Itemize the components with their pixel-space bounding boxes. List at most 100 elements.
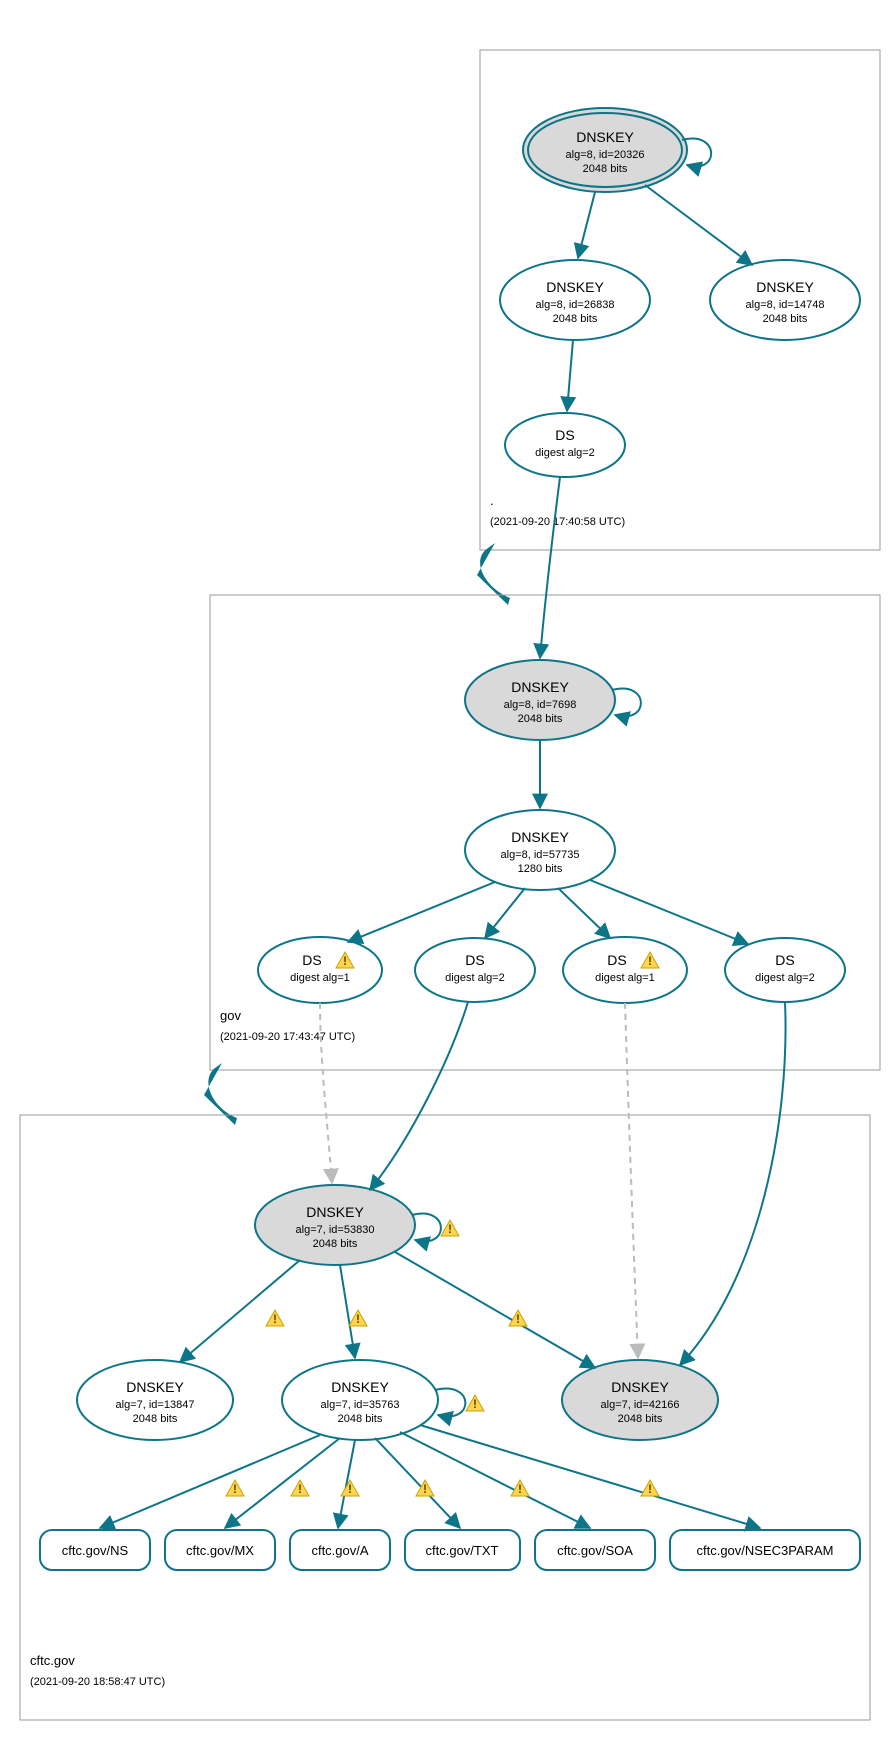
node-gov-ds4: DS digest alg=2 (725, 938, 845, 1002)
zone-timestamp-cftc: (2021-09-20 18:58:47 UTC) (30, 1676, 165, 1688)
svg-text:alg=7, id=53830: alg=7, id=53830 (296, 1224, 375, 1236)
zone-timestamp-root: (2021-09-20 17:40:58 UTC) (490, 516, 625, 528)
node-rr-mx: cftc.gov/MX (165, 1530, 275, 1570)
edge-rootksk-rootzsk2 (645, 185, 752, 265)
svg-text:DS: DS (607, 952, 626, 968)
zone-label-cftc: cftc.gov (30, 1653, 75, 1668)
svg-text:!: ! (233, 1482, 237, 1496)
delegation-arrow-root-gov (477, 543, 510, 605)
svg-text:digest alg=1: digest alg=1 (595, 972, 655, 984)
node-gov-ksk: DNSKEY alg=8, id=7698 2048 bits (465, 660, 615, 740)
warn-icon-rr-n3p: ! (641, 1480, 659, 1496)
edge-rootds-govksk (540, 477, 560, 658)
node-gov-ds2: DS digest alg=2 (415, 938, 535, 1002)
svg-text:!: ! (423, 1482, 427, 1496)
edge-rootksk-rootzsk1 (578, 192, 595, 258)
edge-cftcksk-k1 (180, 1260, 300, 1362)
svg-text:2048 bits: 2048 bits (553, 313, 598, 325)
edge-govds2-cftcksk (370, 1002, 468, 1190)
node-rr-a: cftc.gov/A (290, 1530, 390, 1570)
svg-text:!: ! (273, 1312, 277, 1326)
edge-govksk-self (612, 689, 641, 717)
edge-govds3-cftck3 (625, 1003, 638, 1358)
svg-text:DS: DS (775, 952, 794, 968)
svg-text:DNSKEY: DNSKEY (611, 1379, 669, 1395)
svg-text:!: ! (298, 1482, 302, 1496)
edge-govzsk-ds1 (348, 882, 495, 942)
svg-text:DNSKEY: DNSKEY (126, 1379, 184, 1395)
delegation-arrow-gov-cftc (204, 1063, 237, 1125)
warn-icon-cftcksk-self: ! (441, 1220, 459, 1236)
edge-govds1-cftcksk (320, 1003, 332, 1183)
svg-text:DNSKEY: DNSKEY (756, 279, 814, 295)
warn-icon-edge-cftcksk-k1: ! (266, 1310, 284, 1326)
edge-govzsk-ds3 (558, 888, 610, 938)
svg-text:!: ! (648, 954, 652, 968)
svg-text:digest alg=2: digest alg=2 (755, 972, 815, 984)
node-cftc-k3: DNSKEY alg=7, id=42166 2048 bits (562, 1360, 718, 1440)
zone-label-gov: gov (220, 1008, 241, 1023)
svg-text:alg=7, id=35763: alg=7, id=35763 (321, 1399, 400, 1411)
svg-text:!: ! (516, 1312, 520, 1326)
warn-icon-edge-cftcksk-k2: ! (349, 1310, 367, 1326)
zone-label-root: . (490, 493, 494, 508)
warn-icon-edge-cftcksk-k3: ! (509, 1310, 527, 1326)
svg-text:!: ! (648, 1482, 652, 1496)
svg-text:digest alg=2: digest alg=2 (445, 972, 505, 984)
svg-text:digest alg=1: digest alg=1 (290, 972, 350, 984)
svg-text:2048 bits: 2048 bits (338, 1413, 383, 1425)
warn-icon-rr-mx: ! (291, 1480, 309, 1496)
svg-text:DNSKEY: DNSKEY (546, 279, 604, 295)
svg-text:!: ! (448, 1222, 452, 1236)
edge-cftck2-ns (100, 1435, 320, 1528)
warn-icon-rr-ns: ! (226, 1480, 244, 1496)
node-cftc-k2: DNSKEY alg=7, id=35763 2048 bits (282, 1360, 438, 1440)
svg-text:digest alg=2: digest alg=2 (535, 447, 595, 459)
svg-text:alg=8, id=14748: alg=8, id=14748 (746, 299, 825, 311)
svg-text:alg=8, id=57735: alg=8, id=57735 (501, 849, 580, 861)
node-cftc-ksk: DNSKEY alg=7, id=53830 2048 bits (255, 1185, 415, 1265)
warn-icon-rr-a: ! (341, 1480, 359, 1496)
svg-text:alg=8, id=20326: alg=8, id=20326 (566, 149, 645, 161)
node-rr-txt: cftc.gov/TXT (405, 1530, 520, 1570)
node-root-ds: DS digest alg=2 (505, 413, 625, 477)
warn-icon-cftck2-self: ! (466, 1395, 484, 1411)
zone-timestamp-gov: (2021-09-20 17:43:47 UTC) (220, 1031, 355, 1043)
node-rr-soa: cftc.gov/SOA (535, 1530, 655, 1570)
edge-cftcksk-k3 (395, 1252, 595, 1368)
svg-text:cftc.gov/NSEC3PARAM: cftc.gov/NSEC3PARAM (696, 1543, 833, 1558)
node-cftc-k1: DNSKEY alg=7, id=13847 2048 bits (77, 1360, 233, 1440)
edge-cftck2-soa (400, 1432, 590, 1528)
edge-cftcksk-k2 (340, 1265, 355, 1358)
svg-text:DNSKEY: DNSKEY (306, 1204, 364, 1220)
svg-text:2048 bits: 2048 bits (313, 1238, 358, 1250)
svg-text:cftc.gov/SOA: cftc.gov/SOA (557, 1543, 633, 1558)
svg-text:!: ! (348, 1482, 352, 1496)
edge-govzsk-ds4 (590, 880, 748, 944)
svg-text:alg=8, id=7698: alg=8, id=7698 (504, 699, 577, 711)
edge-cftck2-n3p (420, 1425, 760, 1528)
svg-text:cftc.gov/NS: cftc.gov/NS (62, 1543, 129, 1558)
edge-govzsk-ds2 (485, 888, 525, 938)
edge-cftck2-txt (375, 1438, 460, 1528)
svg-text:DS: DS (465, 952, 484, 968)
svg-text:DS: DS (555, 427, 574, 443)
svg-text:1280 bits: 1280 bits (518, 863, 563, 875)
svg-text:DNSKEY: DNSKEY (511, 829, 569, 845)
node-rr-n3p: cftc.gov/NSEC3PARAM (670, 1530, 860, 1570)
warn-icon-rr-soa: ! (511, 1480, 529, 1496)
svg-text:!: ! (356, 1312, 360, 1326)
node-rr-ns: cftc.gov/NS (40, 1530, 150, 1570)
node-gov-zsk: DNSKEY alg=8, id=57735 1280 bits (465, 810, 615, 890)
svg-text:alg=7, id=13847: alg=7, id=13847 (116, 1399, 195, 1411)
svg-text:!: ! (343, 954, 347, 968)
node-gov-ds1: DS digest alg=1 (258, 937, 382, 1003)
svg-text:2048 bits: 2048 bits (518, 713, 563, 725)
svg-text:DS: DS (302, 952, 321, 968)
svg-text:cftc.gov/TXT: cftc.gov/TXT (426, 1543, 499, 1558)
svg-text:!: ! (473, 1397, 477, 1411)
svg-text:!: ! (518, 1482, 522, 1496)
edge-rootzsk1-rootds (567, 340, 573, 411)
svg-text:2048 bits: 2048 bits (763, 313, 808, 325)
node-root-zsk1: DNSKEY alg=8, id=26838 2048 bits (500, 260, 650, 340)
